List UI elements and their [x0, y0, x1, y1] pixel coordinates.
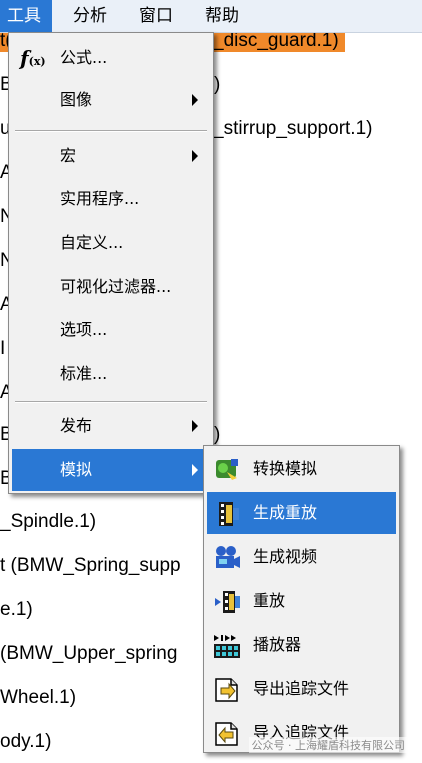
tree-item-disc-guard[interactable]: _disc_guard.1)	[213, 30, 345, 52]
menu-item-label: 生成视频	[253, 547, 318, 566]
menu-item-label: 导出追踪文件	[253, 679, 350, 698]
menu-item-generate-video[interactable]: 生成视频	[207, 536, 396, 578]
menu-item-label: 自定义...	[60, 233, 124, 252]
menu-bar: 工具 分析 窗口 帮助	[0, 0, 422, 33]
menu-item-label: 重放	[253, 591, 286, 610]
menu-item-label: 生成重放	[253, 503, 318, 522]
tree-item-spindle[interactable]: _Spindle.1)	[0, 511, 96, 533]
submenu-arrow-icon	[192, 150, 198, 162]
menu-item-label: 发布	[60, 416, 93, 435]
menu-item-utility[interactable]: 实用程序...	[12, 178, 210, 220]
menu-item-convert-simulation[interactable]: 转换模拟	[207, 448, 396, 490]
tree-item[interactable]: e.1)	[0, 599, 33, 621]
menu-item-label: 图像	[60, 90, 93, 109]
tree-item-spring-support[interactable]: t (BMW_Spring_supp	[0, 555, 181, 577]
menu-item-publish[interactable]: 发布	[12, 405, 210, 447]
menu-item-label: 实用程序...	[60, 189, 140, 208]
watermark: 公众号 · 上海耀盾科技有限公司	[248, 737, 408, 753]
menu-item-visualization-filter[interactable]: 可视化过滤器...	[12, 266, 210, 308]
export-file-icon	[215, 678, 238, 702]
menu-item-replay[interactable]: 重放	[207, 580, 396, 622]
menu-analysis[interactable]: 分析	[66, 0, 114, 32]
menu-item-label: 公式...	[60, 48, 108, 67]
menu-divider	[15, 130, 207, 132]
menu-window[interactable]: 窗口	[132, 0, 180, 32]
formula-icon: f(x)	[20, 46, 46, 70]
submenu-arrow-icon	[192, 94, 198, 106]
video-camera-icon	[216, 546, 240, 568]
menu-tools[interactable]: 工具	[0, 0, 52, 32]
player-icon	[214, 635, 240, 658]
submenu-arrow-icon	[192, 420, 198, 432]
tree-item[interactable]: )	[214, 424, 220, 446]
menu-item-label: 转换模拟	[253, 459, 318, 478]
menu-help[interactable]: 帮助	[198, 0, 246, 32]
tree-item-wheel[interactable]: Wheel.1)	[0, 687, 76, 709]
menu-item-label: 可视化过滤器...	[60, 277, 172, 296]
import-file-icon	[215, 722, 238, 746]
menu-item-customize[interactable]: 自定义...	[12, 222, 210, 264]
tree-item-stirrup-support[interactable]: _stirrup_support.1)	[213, 118, 372, 140]
menu-item-label: 标准...	[60, 364, 108, 383]
film-replay-icon	[219, 502, 239, 526]
tree-item-upper-spring[interactable]: (BMW_Upper_spring	[0, 643, 177, 665]
tools-dropdown: f(x) 公式... 图像 宏 实用程序... 自定义... 可视化过滤器...…	[8, 32, 214, 494]
menu-item-formula[interactable]: f(x) 公式...	[12, 37, 210, 79]
tree-item[interactable]: )	[214, 74, 220, 96]
replay-icon	[215, 591, 240, 613]
tree-item[interactable]: I	[0, 338, 5, 360]
menu-item-export-trace[interactable]: 导出追踪文件	[207, 668, 396, 710]
menu-item-macro[interactable]: 宏	[12, 135, 210, 177]
menu-item-player[interactable]: 播放器	[207, 624, 396, 666]
menu-item-generate-replay[interactable]: 生成重放	[207, 492, 396, 534]
menu-item-image[interactable]: 图像	[12, 79, 210, 121]
menu-item-label: 选项...	[60, 320, 108, 339]
menu-item-simulate[interactable]: 模拟	[12, 449, 210, 491]
submenu-arrow-icon	[192, 464, 198, 476]
menu-item-standard[interactable]: 标准...	[12, 353, 210, 395]
menu-item-options[interactable]: 选项...	[12, 309, 210, 351]
simulate-submenu: 转换模拟 生成重放 生成视频 重放 播放器 导出追踪文件 导入追踪文件	[203, 445, 400, 753]
tree-item-body[interactable]: ody.1)	[0, 731, 51, 753]
menu-divider	[15, 401, 207, 403]
menu-item-label: 模拟	[60, 460, 93, 479]
convert-simulation-icon	[216, 459, 238, 480]
menu-item-label: 播放器	[253, 635, 302, 654]
menu-item-label: 宏	[60, 146, 77, 165]
